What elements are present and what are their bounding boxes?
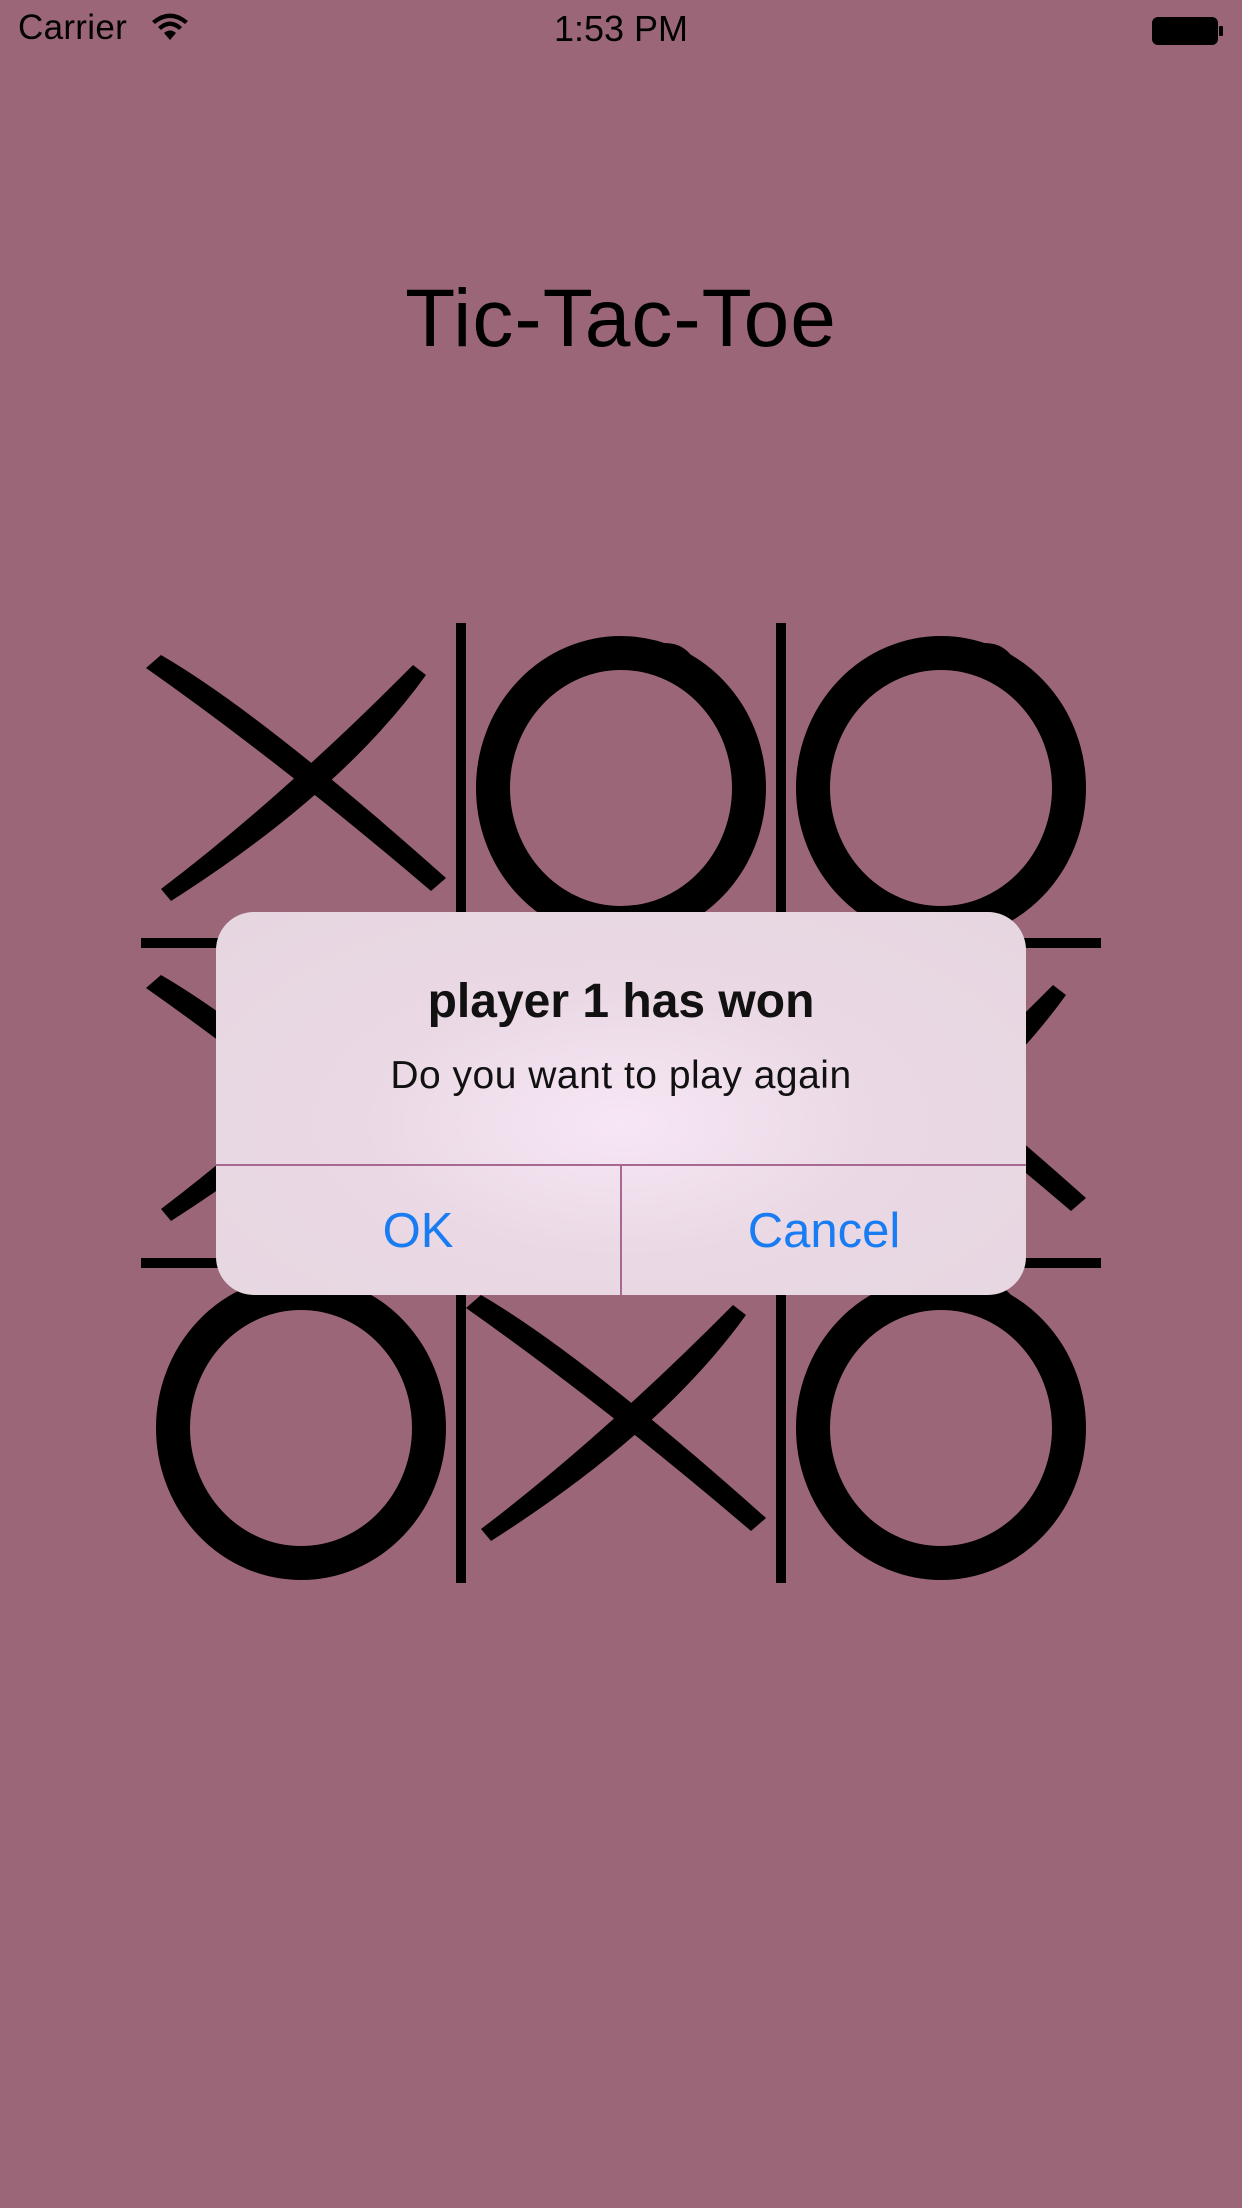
ok-button[interactable]: OK [216,1166,620,1295]
cancel-button[interactable]: Cancel [622,1166,1026,1295]
alert-title: player 1 has won [427,975,815,1028]
alert-body: player 1 has won Do you want to play aga… [216,912,1026,1164]
alert-dialog: player 1 has won Do you want to play aga… [216,912,1026,1295]
alert-message: Do you want to play again [390,1054,852,1097]
